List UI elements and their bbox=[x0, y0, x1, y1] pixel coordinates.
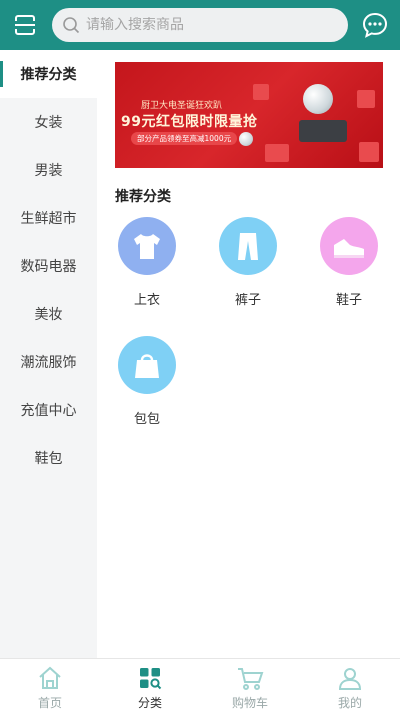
sidebar-item-label: 潮流服饰 bbox=[20, 355, 77, 371]
tab-label: 购物车 bbox=[231, 696, 268, 710]
sidebar-item-label: 美妆 bbox=[34, 307, 63, 323]
sidebar-item-shoes-bags[interactable]: 鞋包 bbox=[0, 434, 97, 482]
search-icon bbox=[63, 17, 80, 34]
message-button[interactable] bbox=[350, 0, 400, 50]
category-label: 包包 bbox=[133, 412, 160, 427]
shirt-icon bbox=[134, 234, 160, 259]
gift-box-decoration bbox=[265, 144, 289, 162]
cart-icon bbox=[238, 668, 264, 690]
sidebar-item-womens[interactable]: 女装 bbox=[0, 98, 97, 146]
message-icon bbox=[362, 12, 388, 38]
category-icon-circle bbox=[118, 336, 176, 394]
sidebar-item-beauty[interactable]: 美妆 bbox=[0, 290, 97, 338]
category-item-pants[interactable]: 裤子 bbox=[198, 217, 298, 308]
search-bar[interactable] bbox=[52, 8, 348, 42]
banner-coupon-text: 部分产品领券至高减1000元 bbox=[131, 132, 238, 145]
category-label: 裤子 bbox=[234, 293, 261, 308]
category-label: 上衣 bbox=[133, 293, 160, 308]
sidebar-item-fashion[interactable]: 潮流服饰 bbox=[0, 338, 97, 386]
category-icon-circle bbox=[320, 217, 378, 275]
shoe-icon bbox=[334, 239, 364, 258]
sidebar-item-label: 鞋包 bbox=[34, 451, 63, 467]
sidebar-item-electronics[interactable]: 数码电器 bbox=[0, 242, 97, 290]
user-icon bbox=[338, 668, 362, 690]
sidebar-item-label: 男装 bbox=[34, 163, 63, 179]
sidebar-item-recommended[interactable]: 推荐分类 bbox=[0, 50, 97, 98]
scan-menu-icon bbox=[15, 15, 35, 35]
bottom-tab-bar: 首页 分类 购物车 我的 bbox=[0, 658, 400, 714]
sidebar-item-label: 数码电器 bbox=[20, 259, 77, 275]
range-hood-image bbox=[299, 120, 347, 142]
sidebar-item-label: 女装 bbox=[34, 115, 63, 131]
category-item-tops[interactable]: 上衣 bbox=[97, 217, 197, 308]
ornament-ball-decoration bbox=[239, 132, 253, 146]
category-item-shoes[interactable]: 鞋子 bbox=[299, 217, 399, 308]
category-icon bbox=[140, 668, 162, 690]
category-icon-circle bbox=[219, 217, 277, 275]
scan-menu-button[interactable] bbox=[0, 0, 50, 50]
banner-title: 99元红包限时限量抢 bbox=[121, 114, 258, 130]
sidebar-item-label: 生鲜超市 bbox=[20, 211, 77, 227]
home-icon bbox=[39, 666, 61, 689]
sidebar-item-label: 推荐分类 bbox=[20, 67, 77, 83]
category-sidebar: 推荐分类 女装 男装 生鲜超市 数码电器 美妆 潮流服饰 充值中心 鞋包 bbox=[0, 50, 97, 658]
tab-cart[interactable]: 购物车 bbox=[200, 659, 300, 714]
sidebar-item-mens[interactable]: 男装 bbox=[0, 146, 97, 194]
sidebar-item-fresh-market[interactable]: 生鲜超市 bbox=[0, 194, 97, 242]
bag-icon bbox=[135, 354, 159, 378]
tab-category[interactable]: 分类 bbox=[100, 659, 200, 714]
tab-home[interactable]: 首页 bbox=[0, 659, 100, 714]
ornament-ball-decoration bbox=[303, 84, 333, 114]
tab-profile[interactable]: 我的 bbox=[300, 659, 400, 714]
tab-label: 我的 bbox=[337, 696, 362, 710]
pants-icon bbox=[238, 233, 258, 260]
category-item-bags[interactable]: 包包 bbox=[97, 336, 197, 427]
gift-box-decoration bbox=[357, 90, 375, 108]
category-label: 鞋子 bbox=[335, 293, 362, 308]
sidebar-item-recharge[interactable]: 充值中心 bbox=[0, 386, 97, 434]
section-title: 推荐分类 bbox=[115, 189, 171, 205]
category-icon-circle bbox=[118, 217, 176, 275]
banner-subtitle: 厨卫大电圣诞狂欢趴 bbox=[141, 101, 223, 111]
tab-label: 首页 bbox=[37, 696, 62, 710]
search-input[interactable] bbox=[86, 17, 326, 33]
main-content: 厨卫大电圣诞狂欢趴 99元红包限时限量抢 部分产品领券至高减1000元 推荐分类… bbox=[97, 50, 400, 658]
sidebar-item-label: 充值中心 bbox=[20, 403, 77, 419]
promo-banner[interactable]: 厨卫大电圣诞狂欢趴 99元红包限时限量抢 部分产品领券至高减1000元 bbox=[115, 62, 383, 168]
gift-box-decoration bbox=[359, 142, 379, 162]
gift-box-decoration bbox=[253, 84, 269, 100]
tab-label: 分类 bbox=[137, 696, 162, 710]
top-header bbox=[0, 0, 400, 50]
